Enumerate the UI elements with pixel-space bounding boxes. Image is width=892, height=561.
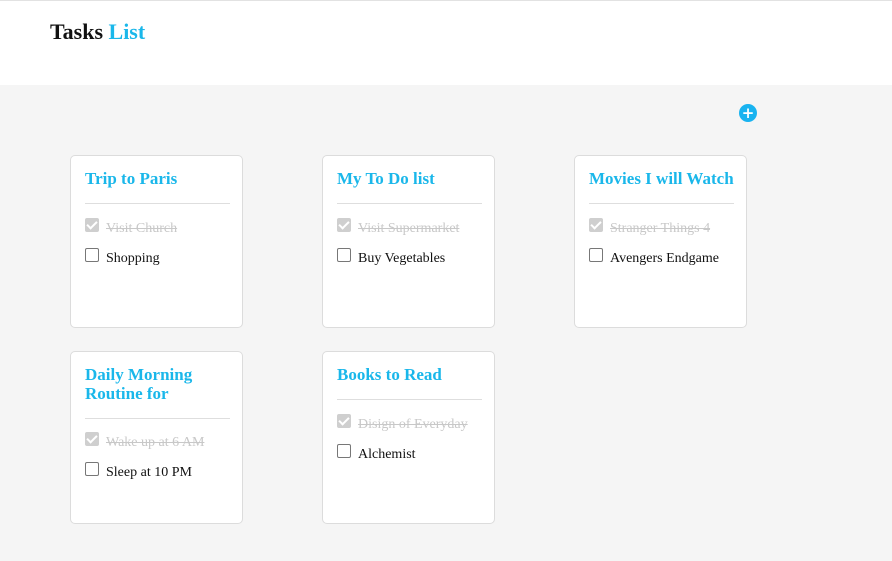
list-title: Daily Morning Routine for xyxy=(85,365,193,403)
task-label: Avengers Endgame xyxy=(610,251,719,266)
task-checkbox[interactable] xyxy=(85,218,99,232)
task-label: Disign of Everyday xyxy=(358,417,468,432)
task-checkbox[interactable] xyxy=(589,248,603,262)
task-label: Alchemist xyxy=(358,447,416,462)
task-label: Visit Church xyxy=(106,221,178,236)
app-title-main: Tasks xyxy=(50,19,104,44)
plus-icon: + xyxy=(741,104,755,122)
task-list-card: My To Do list Visit Supermarket Buy Vege… xyxy=(322,155,495,328)
task-label: Buy Vegetables xyxy=(358,251,446,266)
app-header: Tasks List xyxy=(0,1,892,85)
task-label: Visit Supermarket xyxy=(358,221,460,236)
task-checkbox[interactable] xyxy=(85,248,99,262)
task-list-card: Daily Morning Routine for Wake up at 6 A… xyxy=(70,351,243,524)
app-title: Tasks List xyxy=(50,19,145,45)
divider xyxy=(589,203,734,204)
divider xyxy=(337,203,482,204)
task-label: Shopping xyxy=(106,251,160,266)
list-title: Movies I will Watch xyxy=(589,169,734,188)
task-list-card: Books to Read Disign of Everyday Alchemi… xyxy=(322,351,495,524)
task-checkbox[interactable] xyxy=(337,218,351,232)
app-title-accent: List xyxy=(108,19,146,44)
task-label: Stranger Things 4 xyxy=(610,221,711,236)
task-checkbox[interactable] xyxy=(589,218,603,232)
list-title: My To Do list xyxy=(337,169,435,188)
task-list-card: Trip to Paris Visit Church Shopping xyxy=(70,155,243,328)
task-checkbox[interactable] xyxy=(85,462,99,476)
task-list-card: Movies I will Watch Stranger Things 4 Av… xyxy=(574,155,747,328)
task-checkbox[interactable] xyxy=(337,444,351,458)
task-checkbox[interactable] xyxy=(337,248,351,262)
task-label: Wake up at 6 AM xyxy=(106,435,205,450)
task-checkbox[interactable] xyxy=(85,432,99,446)
task-checkbox[interactable] xyxy=(337,414,351,428)
task-label: Sleep at 10 PM xyxy=(106,465,192,480)
list-title: Books to Read xyxy=(337,365,442,384)
divider xyxy=(85,418,230,419)
divider xyxy=(337,399,482,400)
list-title: Trip to Paris xyxy=(85,169,178,188)
divider xyxy=(85,203,230,204)
add-list-button[interactable]: + xyxy=(739,104,757,122)
